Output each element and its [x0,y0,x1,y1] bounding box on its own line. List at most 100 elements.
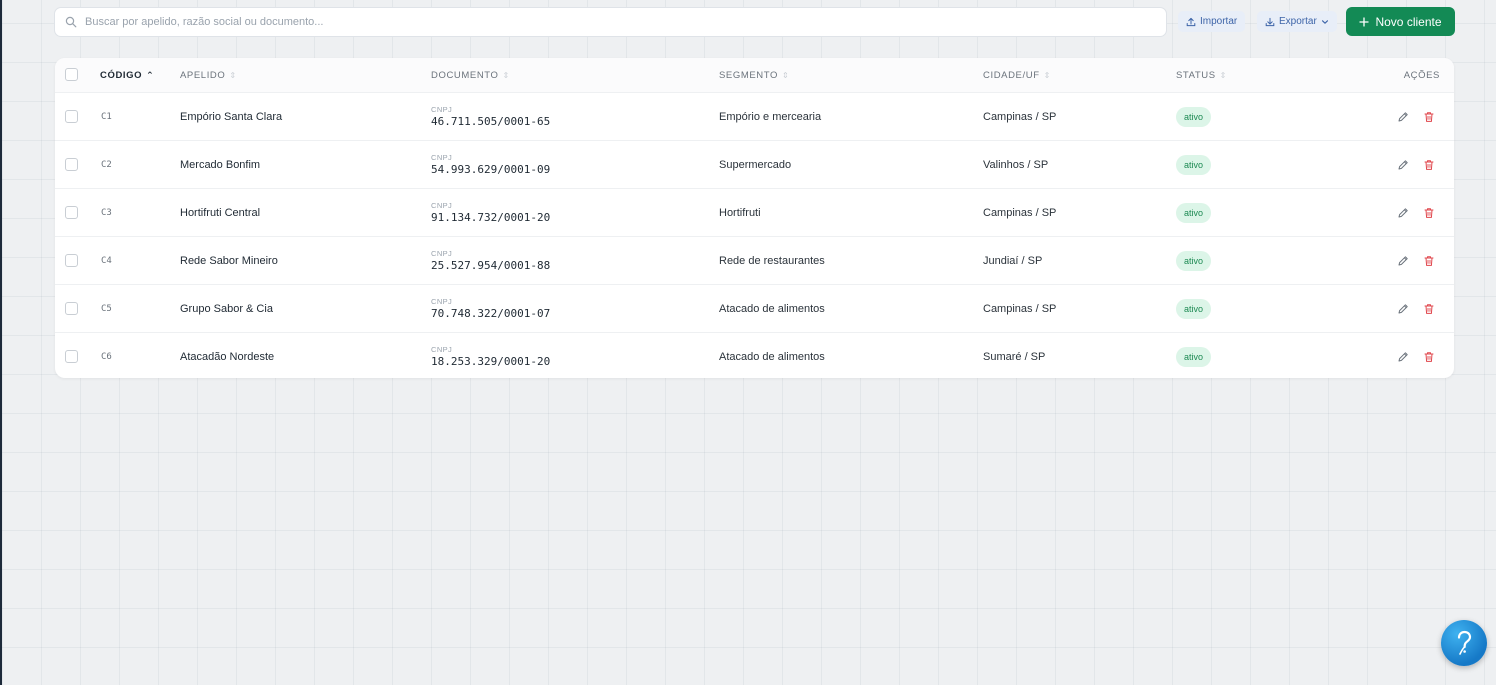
search-icon [65,16,77,28]
chevron-down-icon [1321,19,1328,24]
row-document: CNPJ 70.748.322/0001-07 [431,285,550,333]
row-document-type: CNPJ [431,345,453,354]
status-badge: ativo [1176,251,1212,271]
sort-icon: ⇕ [229,70,237,80]
trash-icon[interactable] [1422,254,1436,268]
row-document-number: 25.527.954/0001-88 [431,259,551,272]
status-badge: ativo [1176,155,1212,175]
row-checkbox[interactable] [65,110,78,123]
select-all-checkbox[interactable] [65,68,78,81]
plus-icon [1359,16,1370,27]
status-badge: ativo [1176,203,1212,223]
download-icon [1265,17,1275,26]
row-document-type: CNPJ [431,249,453,258]
row-document: CNPJ 25.527.954/0001-88 [431,237,550,285]
trash-icon[interactable] [1422,110,1436,124]
row-actions [1396,237,1436,285]
search-input[interactable] [85,16,1085,28]
trash-icon[interactable] [1422,206,1436,220]
table-row[interactable]: C2 Mercado Bonfim CNPJ 54.993.629/0001-09 Su… [55,140,1454,188]
row-actions [1396,333,1436,378]
row-city: Valinhos / SP [983,159,1049,171]
row-name: Mercado Bonfim [180,159,261,171]
pencil-icon[interactable] [1396,254,1410,268]
help-button[interactable] [1441,620,1487,666]
row-document-number: 91.134.732/0001-20 [431,211,551,224]
row-document-number: 70.748.322/0001-07 [431,307,551,320]
toolbar: Importar Exportar Novo cliente [54,7,1456,37]
column-header-document[interactable]: DOCUMENTO ⇕ [431,58,510,92]
row-status: ativo [1176,285,1212,333]
row-document: CNPJ 46.711.505/0001-65 [431,93,550,141]
row-code: C3 [101,208,112,218]
column-header-city[interactable]: CIDADE/UF ⇕ [983,58,1051,92]
row-segment: Supermercado [719,159,792,171]
row-document-type: CNPJ [431,153,453,162]
import-button[interactable]: Importar [1178,11,1246,32]
search-box[interactable] [54,7,1167,37]
row-document-type: CNPJ [431,297,453,306]
table-row[interactable]: C1 Empório Santa Clara CNPJ 46.711.505/0001… [55,92,1454,140]
row-city: Sumaré / SP [983,351,1046,363]
row-status: ativo [1176,141,1212,189]
row-checkbox[interactable] [65,206,78,219]
row-segment: Atacado de alimentos [719,303,825,315]
pencil-icon[interactable] [1396,206,1410,220]
row-code: C6 [101,352,112,362]
trash-icon[interactable] [1422,350,1436,364]
column-header-document-label: DOCUMENTO [431,69,499,81]
table-row[interactable]: C6 Atacadão Nordeste CNPJ 18.253.329/0001-2… [55,332,1454,378]
status-badge: ativo [1176,107,1212,127]
column-header-name[interactable]: APELIDO ⇕ [180,58,237,92]
row-city: Campinas / SP [983,111,1057,123]
row-name: Empório Santa Clara [180,111,283,123]
row-actions [1396,141,1436,189]
row-document: CNPJ 18.253.329/0001-20 [431,333,550,378]
row-name: Rede Sabor Mineiro [180,255,278,267]
sort-asc-icon: ⌃ [146,69,155,80]
row-document-number: 18.253.329/0001-20 [431,355,551,368]
row-city: Campinas / SP [983,303,1057,315]
row-checkbox[interactable] [65,350,78,363]
row-segment: Rede de restaurantes [719,255,825,267]
column-header-name-label: APELIDO [180,69,226,81]
row-document: CNPJ 91.134.732/0001-20 [431,189,550,237]
row-segment: Hortifruti [719,207,761,219]
row-checkbox[interactable] [65,254,78,267]
table-row[interactable]: C5 Grupo Sabor & Cia CNPJ 70.748.322/0001-0… [55,284,1454,332]
row-checkbox[interactable] [65,158,78,171]
row-checkbox[interactable] [65,302,78,315]
sort-icon: ⇕ [782,70,790,80]
trash-icon[interactable] [1422,158,1436,172]
status-badge: ativo [1176,347,1212,367]
table-row[interactable]: C3 Hortifruti Central CNPJ 91.134.732/0001-… [55,188,1454,236]
row-status: ativo [1176,189,1212,237]
pencil-icon[interactable] [1396,350,1410,364]
table-row[interactable]: C4 Rede Sabor Mineiro CNPJ 25.527.954/0001-… [55,236,1454,284]
row-actions [1396,285,1436,333]
pencil-icon[interactable] [1396,158,1410,172]
upload-icon [1186,17,1196,26]
column-header-actions: AÇÕES [1404,58,1440,92]
column-header-segment[interactable]: SEGMENTO ⇕ [719,58,789,92]
column-header-segment-label: SEGMENTO [719,69,778,81]
row-actions [1396,189,1436,237]
sort-icon: ⇕ [502,70,510,80]
row-document-type: CNPJ [431,201,453,210]
column-header-city-label: CIDADE/UF [983,69,1040,81]
row-status: ativo [1176,93,1212,141]
help-icon [1457,630,1472,655]
row-document: CNPJ 54.993.629/0001-09 [431,141,550,189]
column-header-code[interactable]: CÓDIGO ⌃ [100,58,154,92]
new-client-label: Novo cliente [1375,14,1442,29]
trash-icon[interactable] [1422,302,1436,316]
column-header-status[interactable]: STATUS ⇕ [1176,58,1227,92]
row-code: C1 [101,112,112,122]
row-code: C5 [101,304,112,314]
export-button[interactable]: Exportar [1257,11,1337,32]
new-client-button[interactable]: Novo cliente [1346,7,1455,36]
row-status: ativo [1176,237,1212,285]
clients-table: CÓDIGO ⌃ APELIDO ⇕ DOCUMENTO ⇕ SEGMENTO … [55,58,1454,378]
pencil-icon[interactable] [1396,302,1410,316]
pencil-icon[interactable] [1396,110,1410,124]
